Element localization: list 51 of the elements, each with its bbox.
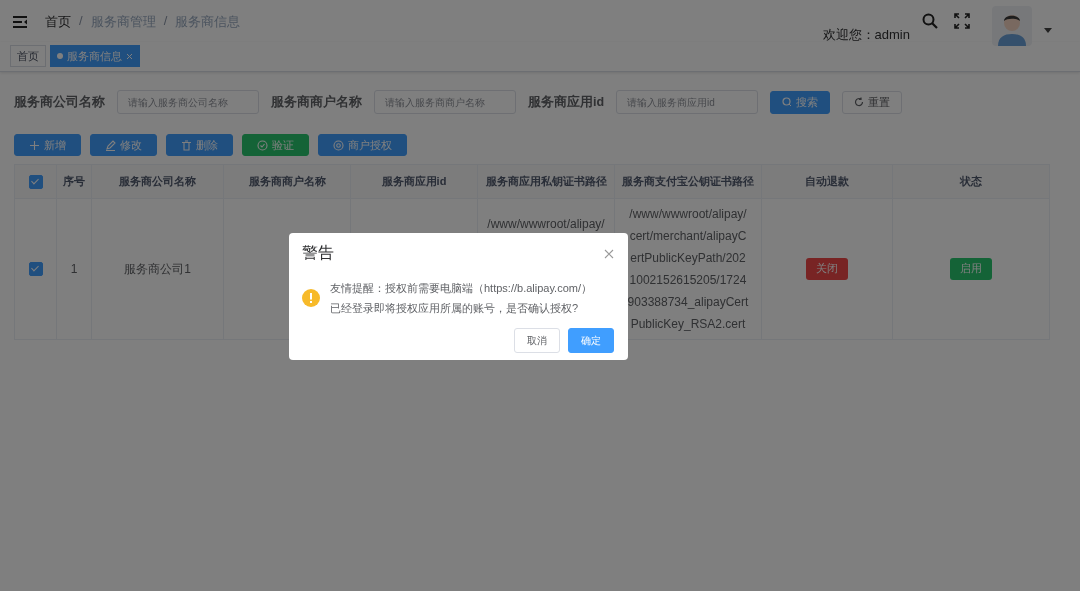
toolbar-button[interactable]: 修改 — [90, 134, 157, 156]
column-header: 服务商应用私钥证书路径 — [485, 175, 607, 187]
column-header: 服务商支付宝公钥证书路径 — [622, 175, 754, 187]
column-header: 服务商应用id — [381, 175, 447, 187]
table-cell: 服务商公司1 — [124, 261, 191, 276]
close-icon[interactable] — [604, 248, 614, 259]
checkbox[interactable] — [28, 174, 43, 189]
toolbar-button[interactable]: 验证 — [242, 134, 309, 156]
dialog-message: 已经登录即将授权应用所属的账号，是否确认授权? — [330, 301, 580, 316]
breadcrumb-item[interactable]: 首页 — [45, 13, 71, 31]
confirm-button[interactable]: 确定 — [568, 328, 614, 353]
dialog-message: 友情提醒：授权前需要电脑端（https://b.alipay.com/） — [330, 281, 592, 296]
welcome-text: 欢迎您：admin — [822, 26, 910, 44]
warning-icon — [302, 289, 320, 307]
gear-icon — [333, 139, 344, 151]
breadcrumb-separator: / — [79, 13, 83, 30]
status-tag: 启用 — [950, 258, 992, 280]
tab[interactable]: 首页 — [10, 45, 46, 67]
toolbar-button[interactable]: 商户授权 — [318, 134, 407, 156]
search-icon — [782, 97, 793, 107]
table-cell-text: /www/wwwroot/alipay/ — [486, 216, 606, 233]
checkbox[interactable] — [28, 262, 43, 277]
reset-button[interactable]: 重置 — [842, 90, 903, 114]
column-header: 序号 — [63, 175, 85, 187]
trash-icon — [181, 139, 192, 151]
pencil-icon — [105, 139, 116, 151]
menu-icon[interactable] — [12, 15, 28, 29]
dialog-title: 警告 — [302, 243, 334, 263]
refresh-icon — [854, 97, 865, 107]
fullscreen-icon[interactable] — [954, 13, 970, 29]
search-button[interactable]: 搜索 — [770, 90, 831, 114]
filter-label: 服务商应用id — [528, 93, 605, 111]
check-circle-icon — [257, 139, 268, 151]
cancel-button[interactable]: 取消 — [514, 328, 560, 353]
toolbar-button[interactable]: 删除 — [166, 134, 233, 156]
avatar[interactable] — [992, 6, 1032, 46]
breadcrumb-separator: / — [163, 13, 168, 30]
column-header: 自动退款 — [805, 175, 849, 187]
table-cell-text: /www/wwwroot/alipay/cert/merchant/alipayCertPublicKeyPath/2021002152615205/1724903388734_alipayCertPublicKey_RSA2.cert — [627, 206, 749, 333]
caret-icon[interactable] — [1044, 28, 1052, 33]
table-cell: 1 — [70, 262, 78, 276]
toolbar-button[interactable]: 新增 — [14, 134, 81, 156]
plus-icon — [29, 139, 40, 151]
filter-label: 服务商公司名称 — [14, 93, 105, 111]
search-icon[interactable] — [922, 13, 938, 29]
status-tag: 关闭 — [806, 258, 848, 280]
column-header: 状态 — [960, 175, 982, 187]
column-header: 服务商商户名称 — [248, 175, 326, 187]
filter-label: 服务商商户名称 — [271, 93, 362, 111]
column-header: 服务商公司名称 — [119, 175, 196, 187]
tab[interactable]: 服务商信息 — [50, 45, 140, 67]
